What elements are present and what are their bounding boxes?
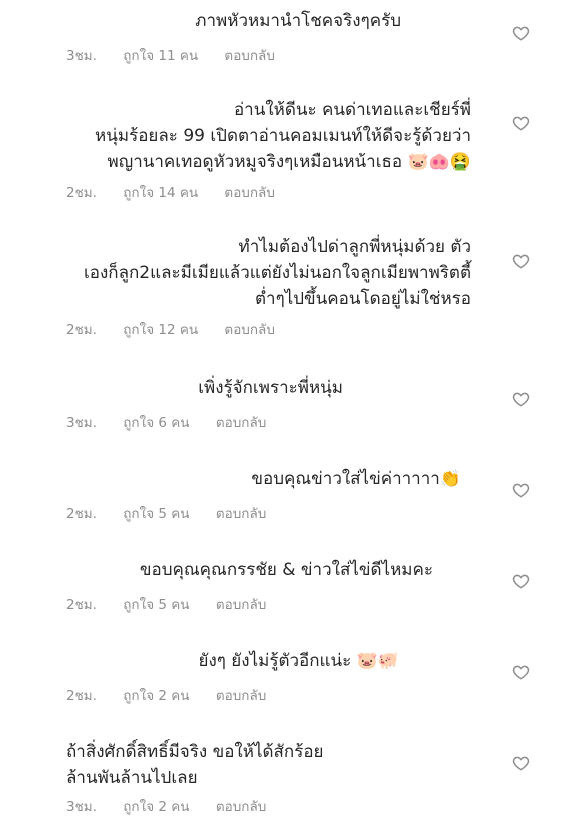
comment-likes[interactable]: ถูกใจ 5 คน <box>123 593 189 615</box>
comment-time: 2ชม. <box>66 506 97 522</box>
reply-button[interactable]: ตอบกลับ <box>224 181 274 203</box>
comment-meta: 3ชม. ถูกใจ 2 คน ตอบกลับ <box>66 795 266 817</box>
heart-icon[interactable] <box>512 754 530 772</box>
comment-likes[interactable]: ถูกใจ 12 คน <box>123 318 198 340</box>
reply-button[interactable]: ตอบกลับ <box>216 795 266 817</box>
heart-icon[interactable] <box>512 390 530 408</box>
reply-button[interactable]: ตอบกลับ <box>216 411 266 433</box>
comment-time: 3ชม. <box>66 415 97 431</box>
comment-text: ภาพหัวหมานำโชคจริงๆครับ <box>195 11 401 31</box>
reply-button[interactable]: ตอบกลับ <box>216 593 266 615</box>
comment-meta: 2ชม. ถูกใจ 2 คน ตอบกลับ <box>66 684 266 706</box>
comment-time: 3ชม. <box>66 799 97 815</box>
comment-time: 2ชม. <box>66 597 97 613</box>
comment-meta: 2ชม. ถูกใจ 12 คน ตอบกลับ <box>66 318 275 340</box>
comment-text: ขอบคุณข่าวใส่ไข่ค่าาาาา👏 <box>251 469 461 489</box>
reply-button[interactable]: ตอบกลับ <box>224 318 274 340</box>
heart-icon[interactable] <box>512 114 530 132</box>
comment-text: ถ้าสิ่งศักดิ์สิทธิ์มีจริง ขอให้ได้สักร้อ… <box>66 742 324 788</box>
comment-meta: 2ชม. ถูกใจ 5 คน ตอบกลับ <box>66 502 266 524</box>
comment-text: อ่านให้ดีนะ คนด่าเทอและเชียร์พี่ หนุ่มร้… <box>95 100 471 172</box>
heart-icon[interactable] <box>512 572 530 590</box>
heart-icon[interactable] <box>512 663 530 681</box>
reply-button[interactable]: ตอบกลับ <box>216 502 266 524</box>
comment-likes[interactable]: ถูกใจ 2 คน <box>123 684 189 706</box>
heart-icon[interactable] <box>512 24 530 42</box>
comment-time: 2ชม. <box>66 322 97 338</box>
comment-meta: 2ชม. ถูกใจ 14 คน ตอบกลับ <box>66 181 275 203</box>
comment-likes[interactable]: ถูกใจ 2 คน <box>123 795 189 817</box>
comment-text: ยังๆ ยังไม่รู้ตัวอีกแน่ะ 🐷🐖 <box>198 651 399 671</box>
comment-meta: 3ชม. ถูกใจ 6 คน ตอบกลับ <box>66 411 266 433</box>
comment-meta: 2ชม. ถูกใจ 5 คน ตอบกลับ <box>66 593 266 615</box>
comment-text: ทำไมต้องไปด่าลูกพี่หนุ่มด้วย ตัว เองก็ลู… <box>83 237 471 309</box>
comment-likes[interactable]: ถูกใจ 11 คน <box>123 44 198 66</box>
heart-icon[interactable] <box>512 252 530 270</box>
comment-likes[interactable]: ถูกใจ 6 คน <box>123 411 189 433</box>
reply-button[interactable]: ตอบกลับ <box>216 684 266 706</box>
comment-text: ขอบคุณคุณกรรชัย & ข่าวใส่ไข่ดีไหมคะ <box>139 560 433 580</box>
comment-likes[interactable]: ถูกใจ 14 คน <box>123 181 198 203</box>
reply-button[interactable]: ตอบกลับ <box>224 44 274 66</box>
comment-text: เพิ่งรู้จักเพราะพี่หนุ่ม <box>198 378 343 398</box>
comment-meta: 3ชม. ถูกใจ 11 คน ตอบกลับ <box>66 44 275 66</box>
comment-time: 3ชม. <box>66 48 97 64</box>
comment-likes[interactable]: ถูกใจ 5 คน <box>123 502 189 524</box>
comment-time: 2ชม. <box>66 688 97 704</box>
comment-time: 2ชม. <box>66 185 97 201</box>
heart-icon[interactable] <box>512 481 530 499</box>
